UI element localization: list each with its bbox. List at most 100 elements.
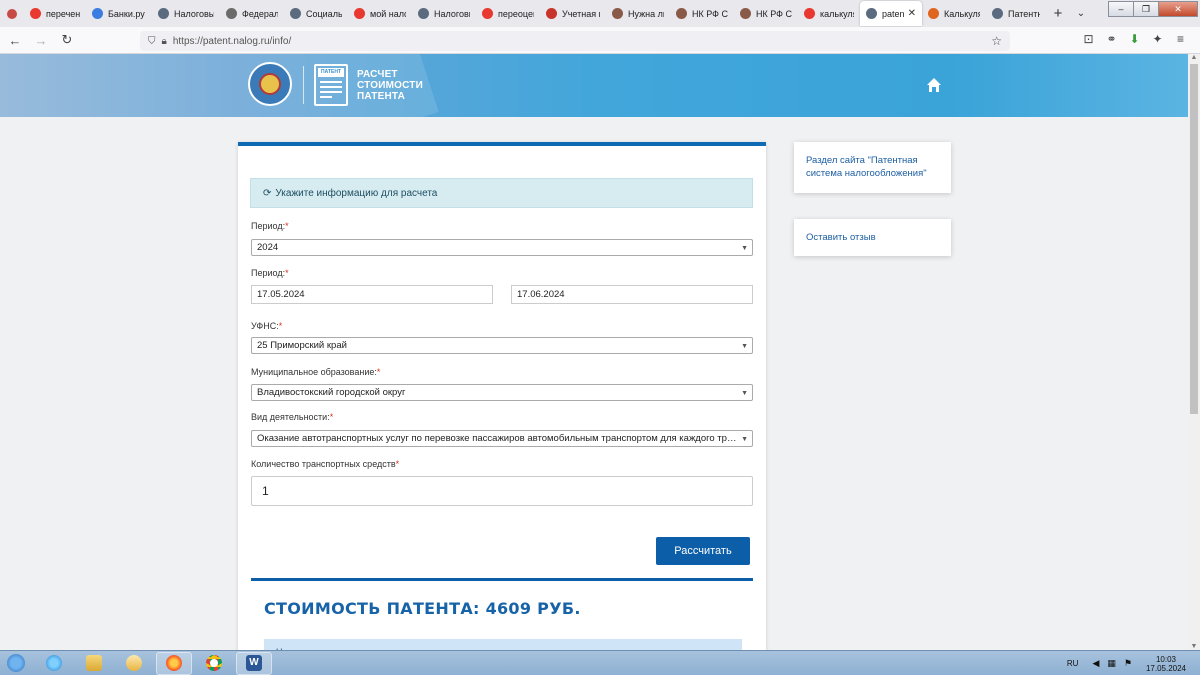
browser-tab[interactable]: patent.n ✕ [860, 1, 922, 26]
tab-label: НК РФ Ста [692, 8, 728, 19]
clock[interactable]: 10:03 17.05.2024 [1146, 655, 1186, 673]
extensions-puzzle-icon[interactable]: ✦ [1146, 32, 1169, 46]
patent-document-icon[interactable]: ПАТЕНТ [314, 64, 348, 106]
tab-favicon-avatar-icon [612, 8, 623, 19]
scroll-up-icon[interactable]: ▲ [1188, 54, 1200, 61]
windows-taskbar: W RU ◀ ▦ ⚑ 10:03 17.05.2024 [0, 650, 1200, 675]
ufns-label: УФНС:* [251, 321, 283, 331]
info-banner-text: Укажите информацию для расчета [275, 187, 438, 199]
bookmark-star-icon[interactable]: ☆ [991, 34, 1002, 48]
period-select-value: 2024 [257, 242, 279, 253]
folder-icon [86, 655, 102, 671]
browser-tab[interactable]: Банки.ру [86, 1, 152, 26]
browser-tab[interactable]: Налоговый [152, 1, 220, 26]
firefox-menu-icon[interactable] [0, 0, 24, 27]
browser-tab[interactable]: Калькуля [922, 1, 986, 26]
refresh-icon: ⟳ [263, 187, 272, 199]
flag-icon[interactable]: ⚑ [1124, 658, 1132, 669]
calculate-button[interactable]: Рассчитать [656, 537, 750, 565]
tab-label: patent.n [882, 8, 904, 19]
browser-tab[interactable]: калькулято [798, 1, 860, 26]
scrollbar-thumb[interactable] [1190, 64, 1198, 414]
tab-favicon-globe-icon [290, 8, 301, 19]
toolbar-extensions: ⊡ ⚭ ⬇ ✦ ≡ [1077, 32, 1192, 46]
tab-favicon-yandex-icon [30, 8, 41, 19]
restore-button[interactable]: ❐ [1133, 1, 1159, 17]
tab-favicon-globe-icon [418, 8, 429, 19]
sidebar-feedback-card: Оставить отзыв [794, 219, 951, 256]
date-from-field[interactable]: 17.05.2024 [251, 285, 493, 304]
back-button[interactable]: ← [2, 33, 28, 48]
chevron-down-icon: ▼ [741, 390, 748, 397]
url-text[interactable]: https://patent.nalog.ru/info/ [173, 36, 291, 47]
tab-label: Патентная [1008, 8, 1040, 19]
language-indicator[interactable]: RU [1067, 659, 1079, 668]
taskbar-media[interactable] [116, 652, 152, 675]
patent-system-section-link[interactable]: Раздел сайта "Патентная система налогооб… [806, 155, 927, 179]
close-window-button[interactable]: ✕ [1158, 1, 1198, 17]
extension-icon[interactable]: ⚭ [1100, 32, 1123, 46]
required-mark: * [329, 412, 334, 422]
home-icon[interactable] [926, 77, 942, 93]
taskbar-ie[interactable] [36, 652, 72, 675]
browser-tab[interactable]: мой налог [348, 1, 412, 26]
tab-favicon-globe-icon [866, 8, 877, 19]
period2-label: Период:* [251, 268, 289, 278]
shield-icon[interactable]: ⛉ [148, 36, 156, 47]
browser-tab[interactable]: перечень к [24, 1, 86, 26]
tab-list-dropdown[interactable]: ⌄ [1070, 8, 1092, 19]
browser-tab[interactable]: Налоговы [412, 1, 476, 26]
required-mark: * [395, 459, 400, 469]
taskbar-chrome[interactable] [196, 652, 232, 675]
calculator-form-card: ⟳ Укажите информацию для расчета Период:… [238, 142, 766, 659]
address-bar[interactable]: ⛉ 🔒︎ https://patent.nalog.ru/info/ ☆ [140, 31, 1010, 51]
chevron-down-icon: ▼ [741, 436, 748, 443]
lock-icon[interactable]: 🔒︎ [162, 36, 167, 47]
tab-label: Налоговый [174, 8, 214, 19]
download-icon[interactable]: ⬇ [1123, 32, 1146, 46]
vehicles-quantity-input[interactable]: 1 [251, 476, 753, 506]
network-icon[interactable]: ▦ [1107, 658, 1116, 669]
pocket-icon[interactable]: ⊡ [1077, 32, 1100, 46]
activity-select[interactable]: Оказание автотранспортных услуг по перев… [251, 430, 753, 447]
close-tab-icon[interactable]: ✕ [908, 8, 916, 19]
fns-emblem-icon[interactable] [248, 62, 292, 106]
tab-favicon-avatar-icon [740, 8, 751, 19]
new-tab-button[interactable]: + [1046, 5, 1070, 22]
site-title-line2: СТОИМОСТИ [357, 80, 423, 91]
browser-tab[interactable]: переоцен [476, 1, 540, 26]
required-mark: * [285, 268, 289, 278]
taskbar-firefox[interactable] [156, 651, 192, 675]
tab-favicon-orange-icon [928, 8, 939, 19]
page-scrollbar[interactable]: ▲ ▼ [1188, 54, 1200, 650]
reload-button[interactable]: ↻ [54, 32, 80, 48]
clock-time: 10:03 [1155, 654, 1176, 664]
scroll-down-icon[interactable]: ▼ [1188, 643, 1200, 650]
site-title-line3: ПАТЕНТА [357, 91, 406, 102]
volume-icon[interactable]: ◀ [1092, 658, 1099, 669]
browser-tab[interactable]: Учетная п [540, 1, 606, 26]
date-to-field[interactable]: 17.06.2024 [511, 285, 753, 304]
browser-tab[interactable]: Нужна ли [606, 1, 670, 26]
ufns-select[interactable]: 25 Приморский край ▼ [251, 337, 753, 354]
feedback-link[interactable]: Оставить отзыв [806, 232, 876, 243]
taskbar-word[interactable]: W [236, 651, 272, 675]
site-title[interactable]: РАСЧЕТ СТОИМОСТИ ПАТЕНТА [357, 69, 423, 102]
browser-tab[interactable]: Федераль [220, 1, 284, 26]
municipal-select[interactable]: Владивостокский городской округ ▼ [251, 384, 753, 401]
start-button[interactable] [0, 651, 32, 675]
taskbar-explorer[interactable] [76, 652, 112, 675]
app-menu-icon[interactable]: ≡ [1169, 32, 1192, 46]
browser-tab[interactable]: Социальн [284, 1, 348, 26]
browser-tab[interactable]: НК РФ Ста [670, 1, 734, 26]
tab-favicon-globe-dark-icon [226, 8, 237, 19]
period-select[interactable]: 2024 ▼ [251, 239, 753, 256]
tab-label: Нужна ли [628, 8, 664, 19]
browser-tab[interactable]: Патентная [986, 1, 1046, 26]
forward-button[interactable]: → [28, 33, 54, 48]
browser-tab[interactable]: НК РФ Ста [734, 1, 798, 26]
tab-favicon-flag-icon [546, 8, 557, 19]
tab-label: мой налог [370, 8, 406, 19]
info-banner: ⟳ Укажите информацию для расчета [250, 178, 753, 208]
minimize-button[interactable]: – [1108, 1, 1134, 17]
